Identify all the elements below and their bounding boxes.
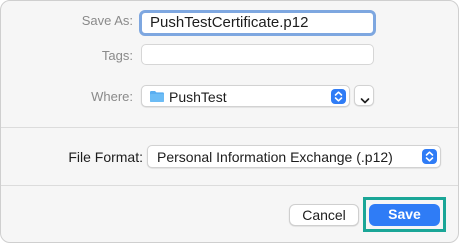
- tags-label: Tags:: [101, 48, 133, 63]
- file-format-value: Personal Information Exchange (.p12): [157, 149, 393, 165]
- up-down-chevron-icon: [422, 149, 437, 164]
- save-as-value: PushTestCertificate.p12: [150, 14, 309, 31]
- file-format-popup[interactable]: Personal Information Exchange (.p12): [147, 145, 441, 168]
- save-as-label: Save As:: [81, 13, 133, 28]
- up-down-chevron-icon: [331, 89, 346, 104]
- where-label: Where:: [91, 89, 133, 104]
- cancel-button[interactable]: Cancel: [289, 204, 359, 226]
- section-divider: [1, 185, 458, 186]
- save-as-field[interactable]: PushTestCertificate.p12: [139, 10, 376, 36]
- where-popup[interactable]: PushTest: [141, 85, 350, 107]
- expand-button[interactable]: [354, 85, 374, 106]
- tags-field[interactable]: [141, 44, 374, 65]
- folder-icon: [149, 90, 165, 108]
- save-button[interactable]: Save: [369, 204, 440, 226]
- chevron-down-icon: [359, 92, 371, 110]
- save-dialog: Save As: PushTestCertificate.p12 Tags: W…: [0, 0, 459, 243]
- where-value: PushTest: [169, 89, 227, 105]
- file-format-label: File Format:: [68, 149, 143, 165]
- section-divider: [1, 127, 458, 128]
